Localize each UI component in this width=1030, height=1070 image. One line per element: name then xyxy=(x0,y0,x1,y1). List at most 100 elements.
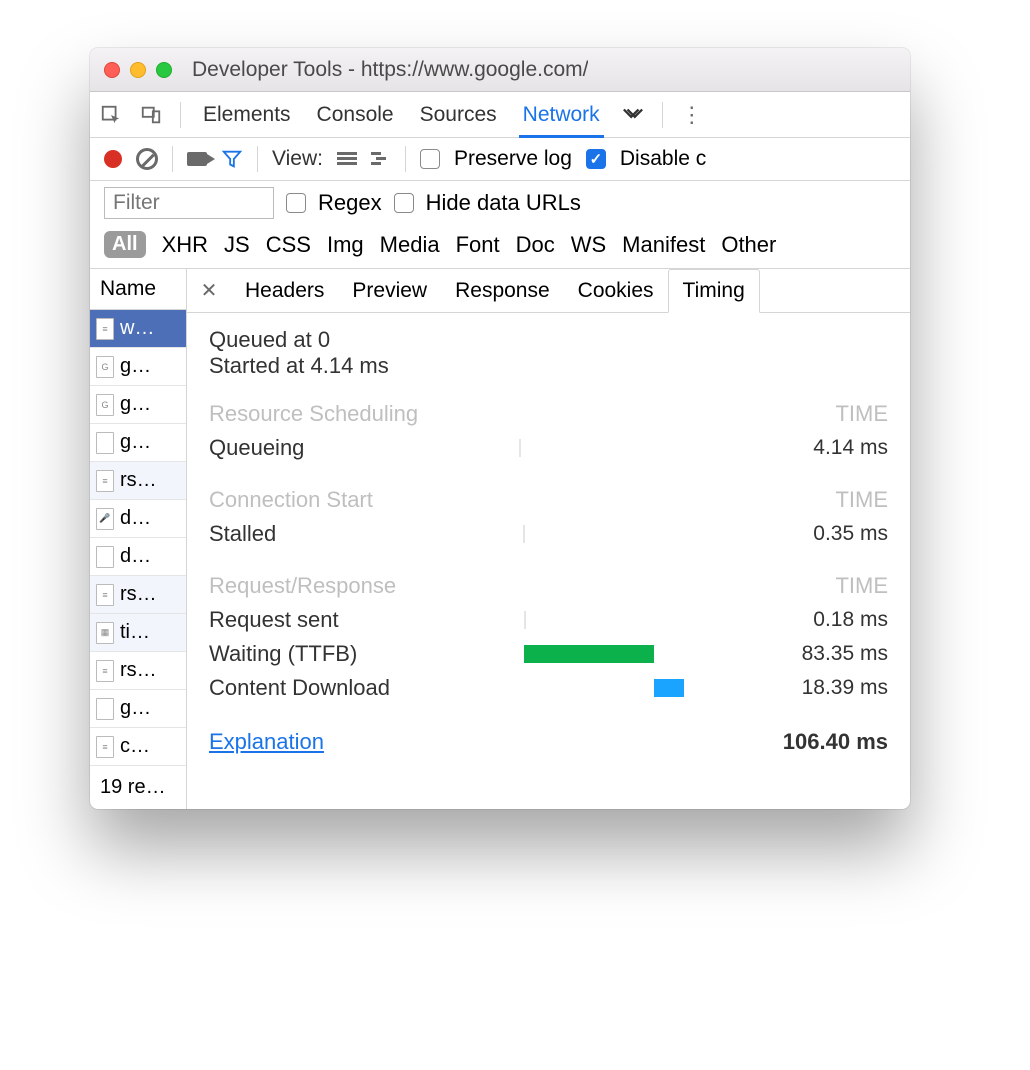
disable-cache-label: Disable c xyxy=(620,147,706,171)
view-label: View: xyxy=(272,147,323,171)
timing-label: Stalled xyxy=(209,521,519,547)
timing-value: 0.18 ms xyxy=(709,608,888,632)
request-row[interactable]: g… xyxy=(90,424,186,462)
filter-toggle-icon[interactable] xyxy=(221,148,243,170)
type-filter-all[interactable]: All xyxy=(104,231,146,258)
regex-label: Regex xyxy=(318,190,382,216)
timing-label: Request sent xyxy=(209,607,519,633)
large-rows-icon[interactable] xyxy=(337,152,357,166)
mic-icon: 🎤 xyxy=(96,508,114,530)
request-name: g… xyxy=(120,393,151,416)
regex-checkbox[interactable] xyxy=(286,193,306,213)
request-row[interactable]: Gg… xyxy=(90,386,186,424)
request-row[interactable]: Gg… xyxy=(90,348,186,386)
timing-bar xyxy=(519,522,709,546)
timing-row: Request sent 0.18 ms xyxy=(209,603,888,637)
timing-row: Waiting (TTFB)83.35 ms xyxy=(209,637,888,671)
detail-tab-headers[interactable]: Headers xyxy=(231,269,338,313)
type-filter-doc[interactable]: Doc xyxy=(516,232,555,258)
request-name: c… xyxy=(120,735,150,758)
waterfall-view-icon[interactable] xyxy=(371,152,391,166)
detail-tab-cookies[interactable]: Cookies xyxy=(564,269,668,313)
timing-row: Stalled0.35 ms xyxy=(209,517,888,551)
filter-input[interactable] xyxy=(104,187,274,219)
preserve-log-label: Preserve log xyxy=(454,147,572,171)
google-icon: G xyxy=(96,356,114,378)
settings-kebab-icon[interactable]: ⋮ xyxy=(681,102,704,128)
grid-icon: ▦ xyxy=(96,622,114,644)
type-filter-js[interactable]: JS xyxy=(224,232,250,258)
doc-icon: ≡ xyxy=(96,584,114,606)
request-row[interactable]: ≡c… xyxy=(90,728,186,766)
name-column-header[interactable]: Name xyxy=(90,269,186,310)
type-filter-media[interactable]: Media xyxy=(380,232,440,258)
detail-tab-response[interactable]: Response xyxy=(441,269,564,313)
time-column-header: TIME xyxy=(835,487,888,513)
request-row[interactable]: g… xyxy=(90,690,186,728)
timing-value: 83.35 ms xyxy=(709,642,888,666)
close-window-button[interactable] xyxy=(104,62,120,78)
request-row[interactable]: ≡rs… xyxy=(90,652,186,690)
inspect-element-icon[interactable] xyxy=(100,104,122,126)
type-filter-manifest[interactable]: Manifest xyxy=(622,232,705,258)
screenshot-icon[interactable] xyxy=(187,152,207,166)
type-filter-font[interactable]: Font xyxy=(456,232,500,258)
type-filter-img[interactable]: Img xyxy=(327,232,364,258)
detail-tabs: ✕ Headers Preview Response Cookies Timin… xyxy=(187,269,910,313)
explanation-link[interactable]: Explanation xyxy=(209,729,324,755)
record-button[interactable] xyxy=(104,150,122,168)
request-row[interactable]: ▦ti… xyxy=(90,614,186,652)
content-split: Name ≡w…Gg…Gg…g…≡rs…🎤d…d…≡rs…▦ti…≡rs…g…≡… xyxy=(90,269,910,809)
doc-icon: ≡ xyxy=(96,660,114,682)
hide-data-urls-checkbox[interactable] xyxy=(394,193,414,213)
request-name: d… xyxy=(120,507,151,530)
detail-tab-preview[interactable]: Preview xyxy=(338,269,441,313)
request-name: w… xyxy=(120,317,154,340)
request-row[interactable]: ≡rs… xyxy=(90,576,186,614)
detail-tab-timing[interactable]: Timing xyxy=(668,269,760,313)
divider xyxy=(405,146,406,172)
request-name: rs… xyxy=(120,469,157,492)
more-tabs-icon[interactable] xyxy=(622,107,644,123)
request-row[interactable]: ≡ w… xyxy=(90,310,186,348)
disable-cache-checkbox[interactable]: ✓ xyxy=(586,149,606,169)
timing-bar xyxy=(519,676,709,700)
tab-network[interactable]: Network xyxy=(519,94,604,138)
timing-bar xyxy=(519,642,709,666)
type-filter-other[interactable]: Other xyxy=(721,232,776,258)
doc-icon: ≡ xyxy=(96,318,114,340)
blank-icon xyxy=(96,432,114,454)
request-name: g… xyxy=(120,697,151,720)
time-column-header: TIME xyxy=(835,573,888,599)
timing-row: Queueing4.14 ms xyxy=(209,431,888,465)
started-at-text: Started at 4.14 ms xyxy=(209,353,888,379)
minimize-window-button[interactable] xyxy=(130,62,146,78)
divider xyxy=(662,102,663,128)
request-row[interactable]: 🎤 d… xyxy=(90,500,186,538)
section-title: Resource Scheduling xyxy=(209,401,418,427)
filter-row: Regex Hide data URLs xyxy=(90,181,910,225)
tab-elements[interactable]: Elements xyxy=(199,93,295,137)
blank-icon xyxy=(96,546,114,568)
request-row[interactable]: d… xyxy=(90,538,186,576)
time-column-header: TIME xyxy=(835,401,888,427)
timing-section-header: Connection Start TIME xyxy=(209,487,888,513)
hide-data-urls-label: Hide data URLs xyxy=(426,190,581,216)
tab-sources[interactable]: Sources xyxy=(416,93,501,137)
close-detail-icon[interactable]: ✕ xyxy=(187,278,231,303)
type-filter-css[interactable]: CSS xyxy=(266,232,311,258)
request-count-summary: 19 re… xyxy=(90,766,186,809)
section-title: Connection Start xyxy=(209,487,373,513)
toggle-device-icon[interactable] xyxy=(140,104,162,126)
type-filter-xhr[interactable]: XHR xyxy=(162,232,208,258)
zoom-window-button[interactable] xyxy=(156,62,172,78)
devtools-window: Developer Tools - https://www.google.com… xyxy=(90,48,910,809)
doc-icon: ≡ xyxy=(96,470,114,492)
request-row[interactable]: ≡ rs… xyxy=(90,462,186,500)
divider xyxy=(257,146,258,172)
detail-pane: ✕ Headers Preview Response Cookies Timin… xyxy=(187,269,910,809)
type-filter-ws[interactable]: WS xyxy=(571,232,606,258)
preserve-log-checkbox[interactable] xyxy=(420,149,440,169)
tab-console[interactable]: Console xyxy=(313,93,398,137)
clear-icon[interactable] xyxy=(136,148,158,170)
